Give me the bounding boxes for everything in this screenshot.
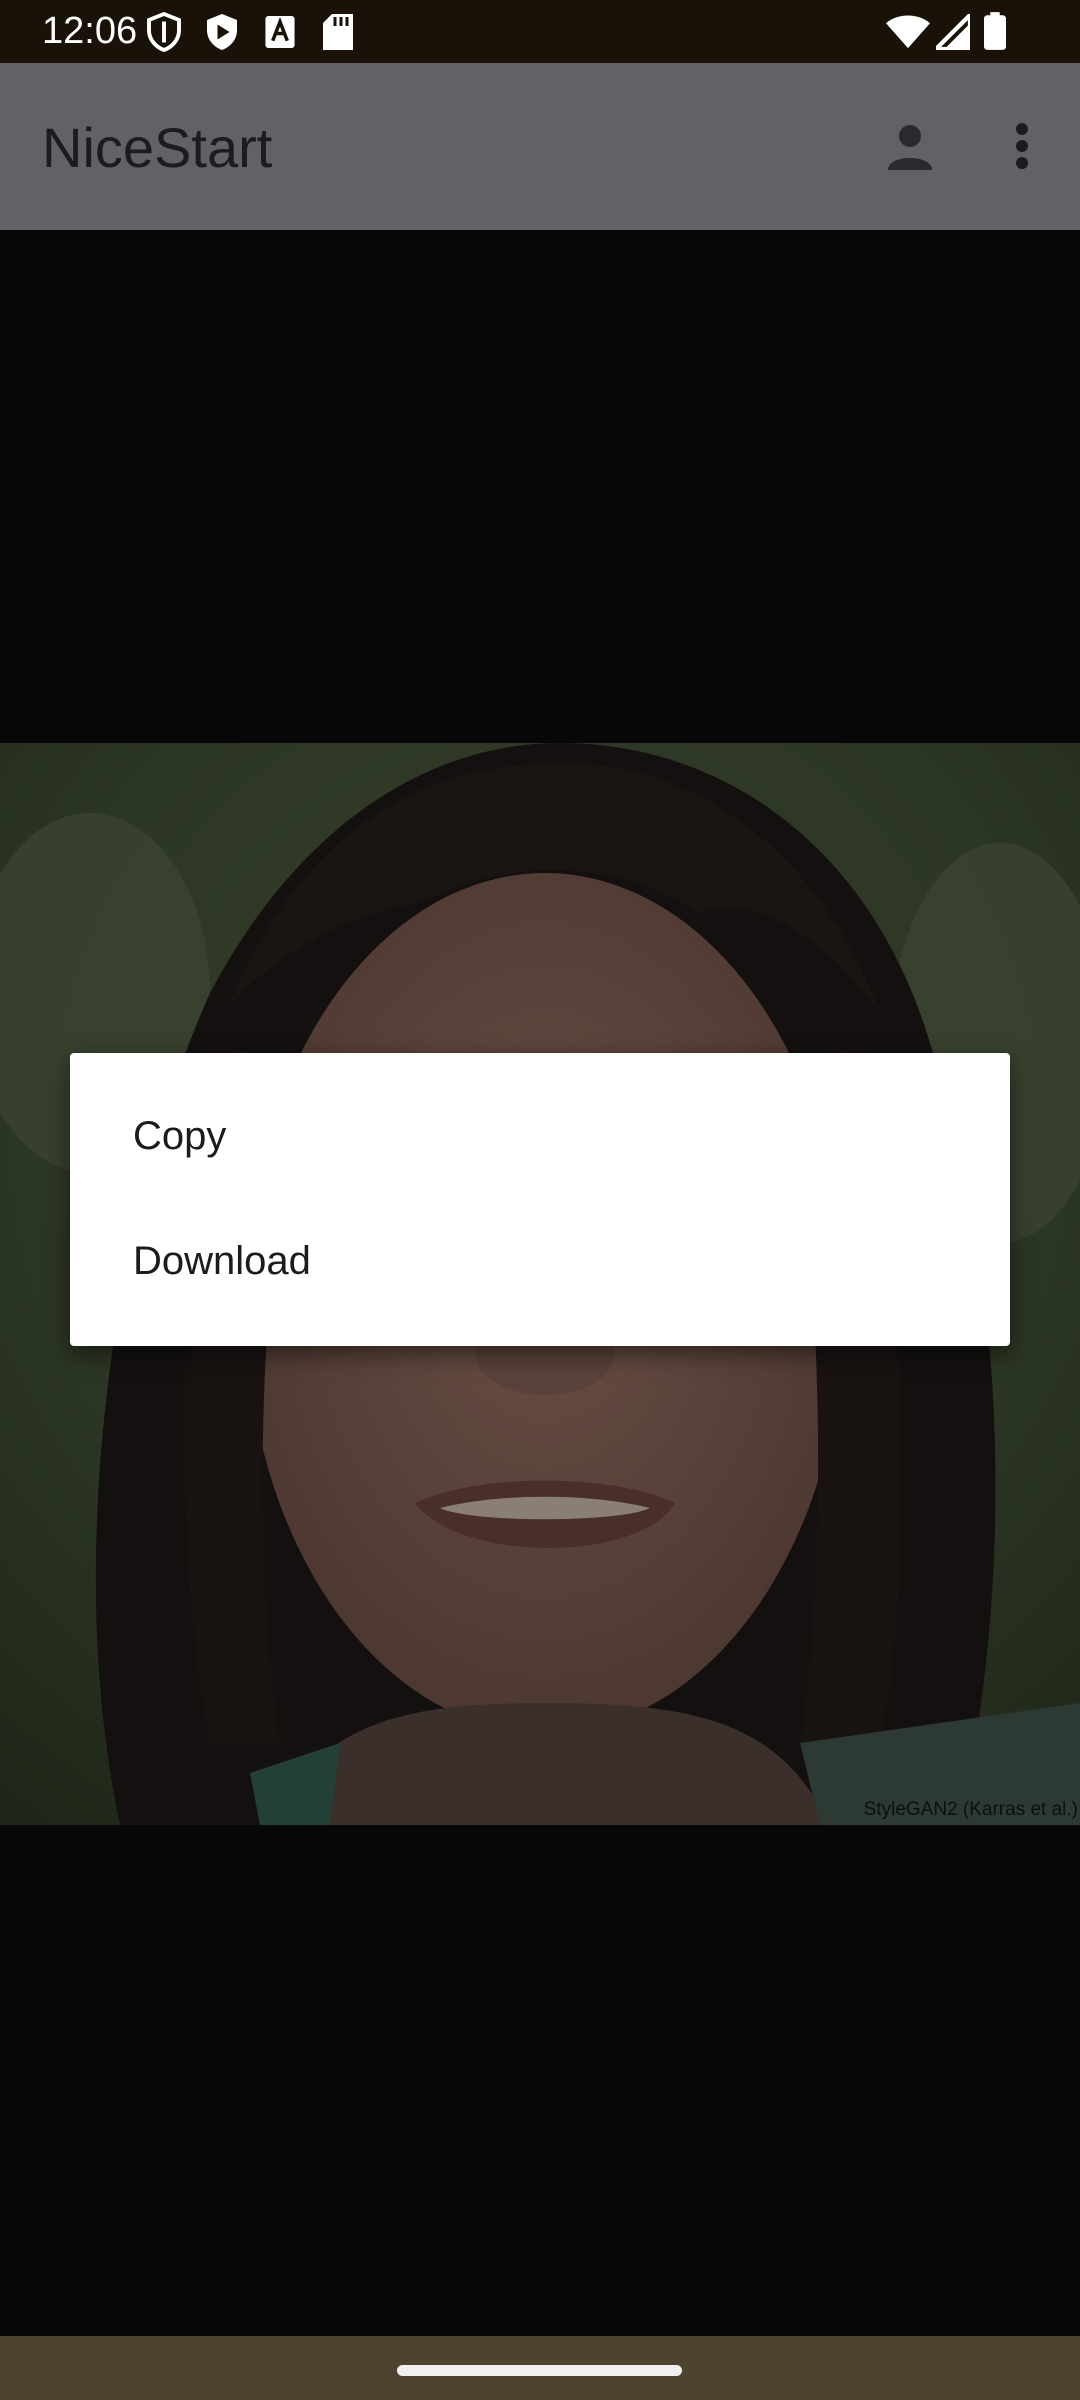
download-menu-item[interactable]: Download	[133, 1236, 311, 1286]
signal-icon	[936, 14, 970, 50]
sd-card-icon	[323, 14, 353, 50]
navigation-bar	[0, 2336, 1080, 2400]
battery-icon	[984, 12, 1006, 50]
copy-menu-item[interactable]: Copy	[133, 1111, 226, 1161]
status-time: 12:06	[42, 10, 138, 52]
shield-icon	[147, 12, 181, 52]
play-protect-icon	[207, 14, 237, 50]
context-menu-dialog: Copy Download	[70, 1053, 1010, 1346]
wifi-icon	[886, 15, 930, 49]
status-bar: 12:06	[0, 0, 1080, 63]
home-gesture-handle[interactable]	[397, 2365, 682, 2376]
font-a-icon	[265, 16, 295, 48]
